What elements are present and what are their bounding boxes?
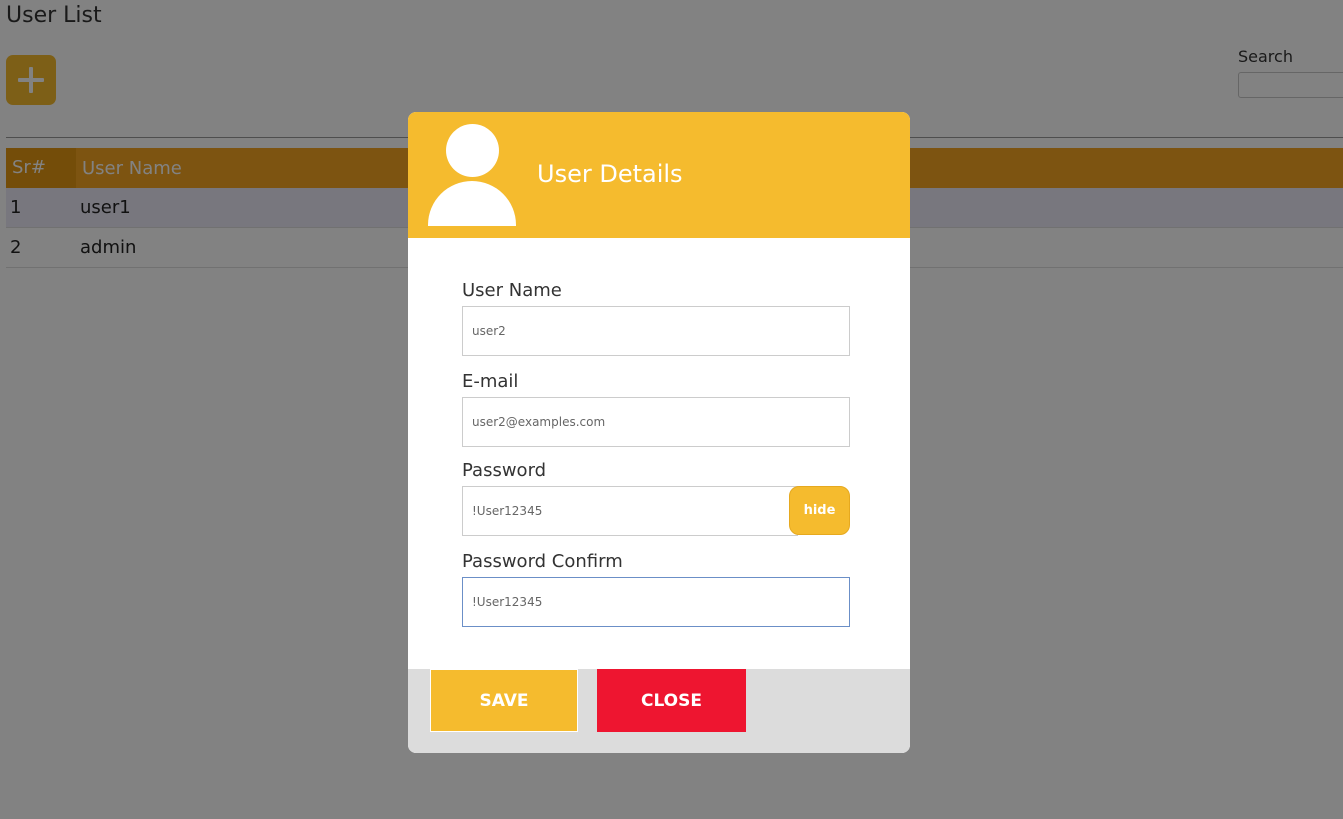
modal-header: User Details: [408, 112, 910, 238]
user-details-modal: User Details User Name E-mail Password h…: [408, 112, 910, 753]
modal-title: User Details: [537, 160, 683, 188]
password-field[interactable]: [462, 486, 798, 536]
save-button[interactable]: SAVE: [430, 669, 578, 732]
password-confirm-label: Password Confirm: [462, 551, 623, 572]
user-avatar-icon: [428, 124, 516, 226]
email-label: E-mail: [462, 371, 519, 392]
hide-password-button[interactable]: hide: [789, 486, 850, 535]
username-field[interactable]: [462, 306, 850, 356]
password-label: Password: [462, 460, 547, 481]
username-label: User Name: [462, 280, 562, 301]
close-button[interactable]: CLOSE: [597, 669, 746, 732]
modal-footer: SAVE CLOSE: [408, 669, 910, 753]
password-confirm-field[interactable]: [462, 577, 850, 627]
email-field[interactable]: [462, 397, 850, 447]
